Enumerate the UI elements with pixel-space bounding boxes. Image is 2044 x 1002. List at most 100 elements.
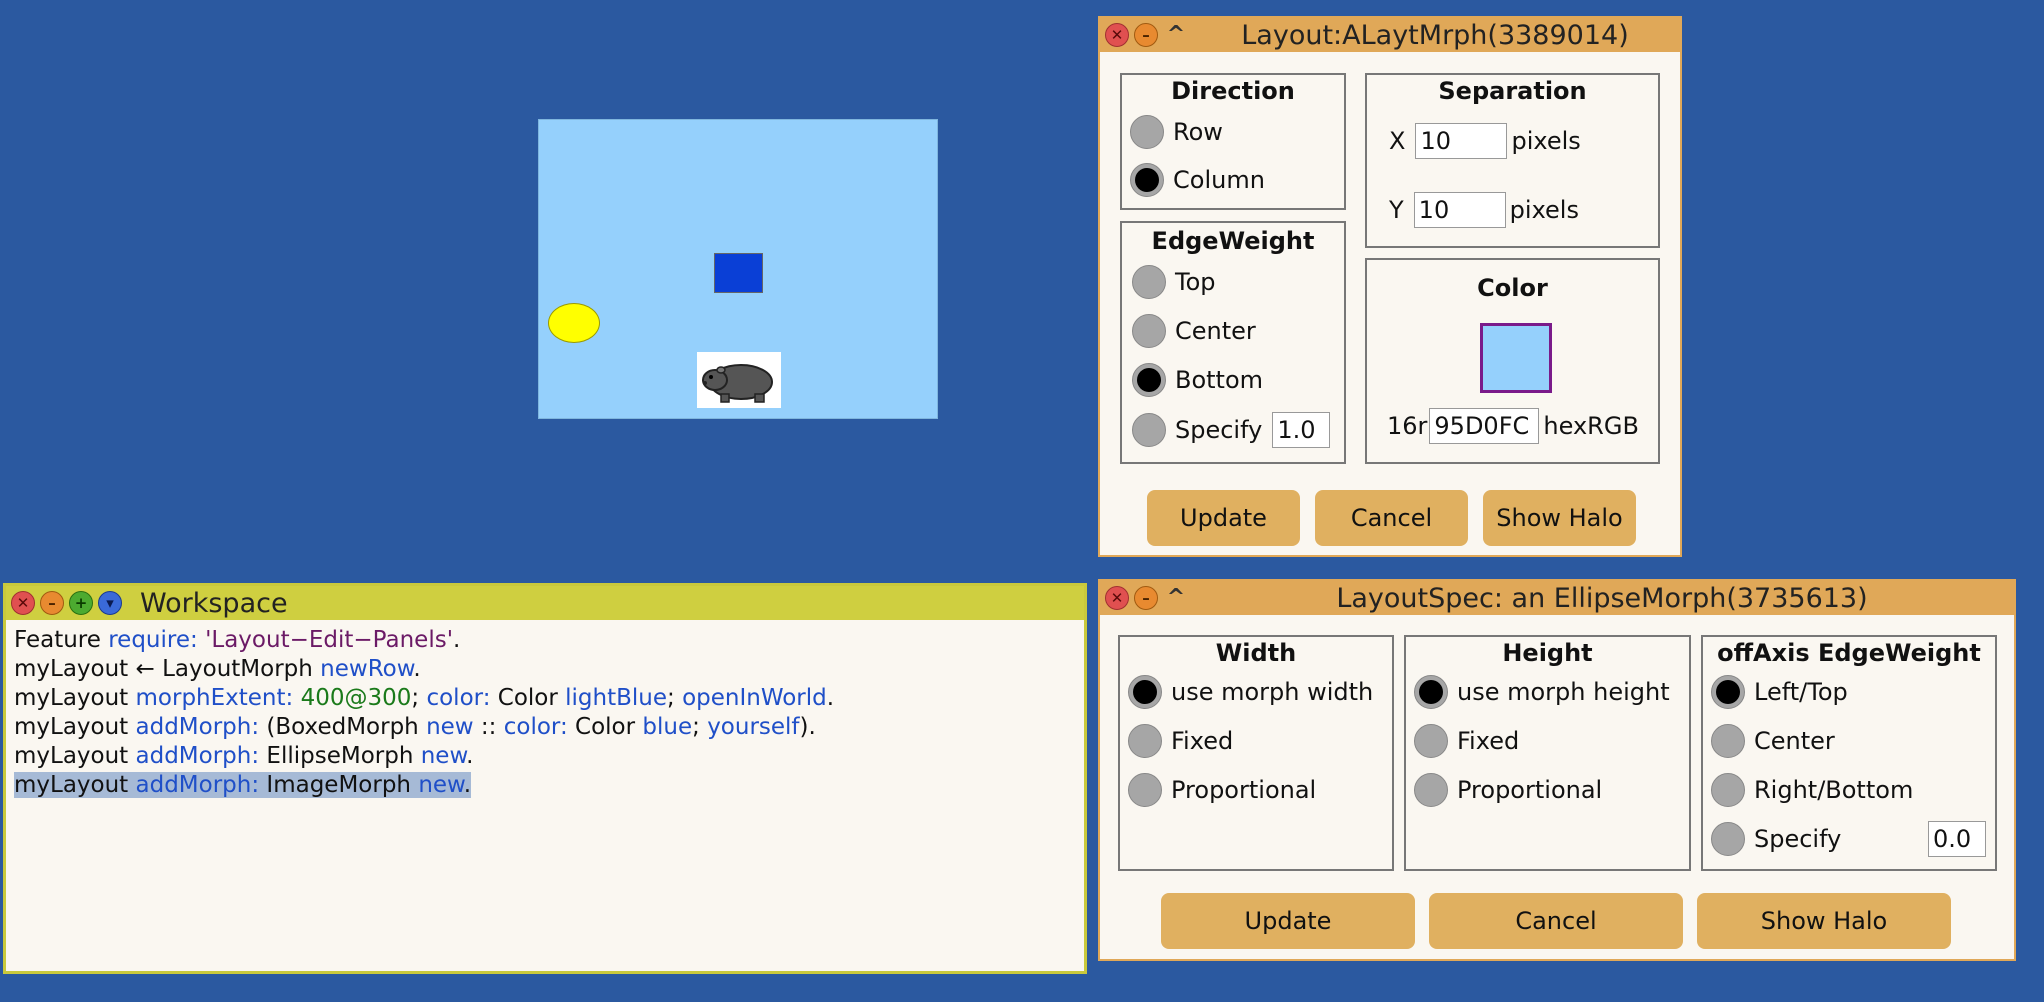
code-token: . — [463, 772, 472, 798]
edgeweight-group: EdgeWeight Top Center Bottom Specify 1.0 — [1120, 221, 1346, 464]
code-token: myLayout — [14, 714, 136, 740]
code-line[interactable]: Feature require: 'Layout−Edit−Panels'. — [14, 626, 834, 655]
separation-y-input[interactable]: 10 — [1413, 192, 1506, 228]
code-token: new — [418, 772, 464, 798]
code-token: color: — [426, 685, 498, 711]
collapse-icon[interactable]: ^ — [1162, 586, 1190, 610]
code-token: yourself — [707, 714, 800, 740]
code-token: :: — [473, 714, 504, 740]
radio-button-selected[interactable] — [1130, 163, 1164, 197]
height-group: Height use morph height Fixed Proportion… — [1404, 635, 1691, 871]
layout-morph[interactable] — [538, 119, 938, 419]
radio-top[interactable]: Top — [1132, 265, 1216, 299]
radio-button[interactable] — [1414, 773, 1448, 807]
color-swatch[interactable] — [1480, 323, 1552, 393]
height-title: Height — [1502, 639, 1593, 667]
offaxis-title: offAxis EdgeWeight — [1717, 639, 1981, 667]
hamster-icon — [702, 364, 773, 403]
radio-button-selected[interactable] — [1414, 675, 1448, 709]
image-morph[interactable] — [697, 352, 781, 408]
code-line[interactable]: myLayout ← LayoutMorph newRow. — [14, 655, 834, 684]
color-group: Color 16r 95D0FC hexRGB — [1365, 258, 1660, 464]
ellipse-morph[interactable] — [548, 303, 600, 343]
code-line[interactable]: myLayout addMorph: (BoxedMorph new :: co… — [14, 713, 834, 742]
radio-button-selected[interactable] — [1132, 363, 1166, 397]
radio-button-selected[interactable] — [1128, 675, 1162, 709]
code-token: myLayout — [14, 772, 136, 798]
collapse-icon[interactable]: ^ — [1162, 23, 1190, 47]
layoutspec-titlebar[interactable]: ✕ – ^ LayoutSpec: an EllipseMorph(373561… — [1100, 581, 2014, 615]
radio-button[interactable] — [1132, 413, 1166, 447]
radio-height-fixed[interactable]: Fixed — [1414, 724, 1519, 758]
update-button[interactable]: Update — [1161, 893, 1415, 949]
radio-bottom[interactable]: Bottom — [1132, 363, 1263, 397]
show-halo-button[interactable]: Show Halo — [1483, 490, 1636, 546]
radio-offaxis-specify[interactable]: Specify — [1711, 822, 1841, 856]
code-token: addMorph: — [135, 743, 267, 769]
update-button[interactable]: Update — [1147, 490, 1300, 546]
code-token: Color — [497, 685, 566, 711]
radio-center[interactable]: Center — [1132, 314, 1256, 348]
code-token: . — [466, 743, 474, 769]
radio-button[interactable] — [1711, 773, 1745, 807]
x-unit: pixels — [1511, 127, 1581, 155]
separation-title: Separation — [1438, 77, 1587, 105]
show-halo-button[interactable]: Show Halo — [1697, 893, 1951, 949]
code-token: addMorph: — [135, 772, 267, 798]
cancel-button[interactable]: Cancel — [1429, 893, 1683, 949]
code-line[interactable]: myLayout addMorph: EllipseMorph new. — [14, 742, 834, 771]
radio-button[interactable] — [1132, 314, 1166, 348]
radio-left-top[interactable]: Left/Top — [1711, 675, 1848, 709]
radio-width-fixed[interactable]: Fixed — [1128, 724, 1233, 758]
radio-right-bottom[interactable]: Right/Bottom — [1711, 773, 1913, 807]
close-icon[interactable]: ✕ — [1105, 23, 1129, 47]
code-line[interactable]: myLayout morphExtent: 400@300; color: Co… — [14, 684, 834, 713]
radio-offaxis-center[interactable]: Center — [1711, 724, 1835, 758]
code-line[interactable]: myLayout addMorph: ImageMorph new. — [14, 771, 834, 800]
radio-button[interactable] — [1128, 773, 1162, 807]
code-token: 400@300 — [300, 685, 412, 711]
radio-button[interactable] — [1711, 822, 1745, 856]
code-token: Feature — [14, 627, 109, 653]
radio-column[interactable]: Column — [1130, 163, 1265, 197]
code-token: ; — [411, 685, 427, 711]
hex-color-input[interactable]: 95D0FC — [1429, 408, 1540, 444]
radio-specify[interactable]: Specify 1.0 — [1132, 412, 1331, 448]
separation-x-input[interactable]: 10 — [1415, 123, 1508, 159]
code-token: color: — [503, 714, 576, 740]
code-token: newRow — [320, 656, 414, 682]
layout-panel-titlebar[interactable]: ✕ – ^ Layout:ALaytMrph(3389014) — [1100, 18, 1680, 52]
close-icon[interactable]: ✕ — [1105, 586, 1129, 610]
radio-button[interactable] — [1132, 265, 1166, 299]
radio-button[interactable] — [1711, 724, 1745, 758]
minimize-icon[interactable]: – — [40, 591, 64, 615]
direction-title: Direction — [1171, 77, 1295, 105]
hex-prefix: 16r — [1387, 412, 1428, 440]
radio-use-morph-width[interactable]: use morph width — [1128, 675, 1373, 709]
minimize-icon[interactable]: – — [1134, 23, 1158, 47]
boxed-morph[interactable] — [714, 253, 763, 293]
workspace-code-editor[interactable]: Feature require: 'Layout−Edit−Panels'. my… — [14, 626, 834, 800]
x-label: X — [1389, 127, 1406, 155]
radio-button[interactable] — [1414, 724, 1448, 758]
radio-row[interactable]: Row — [1130, 115, 1223, 149]
code-token: openInWorld — [682, 685, 827, 711]
workspace-titlebar[interactable]: ✕ – + ▾ Workspace — [6, 586, 1084, 620]
edgeweight-specify-input[interactable]: 1.0 — [1272, 412, 1331, 448]
code-token: . — [413, 656, 421, 682]
code-token: addMorph: — [135, 714, 267, 740]
expand-icon[interactable]: + — [69, 591, 93, 615]
code-token: new — [426, 714, 474, 740]
width-group: Width use morph width Fixed Proportional — [1118, 635, 1394, 871]
radio-use-morph-height[interactable]: use morph height — [1414, 675, 1670, 709]
radio-width-proportional[interactable]: Proportional — [1128, 773, 1316, 807]
offaxis-specify-input[interactable]: 0.0 — [1928, 821, 1986, 857]
radio-button[interactable] — [1130, 115, 1164, 149]
radio-height-proportional[interactable]: Proportional — [1414, 773, 1602, 807]
menu-icon[interactable]: ▾ — [98, 591, 122, 615]
radio-button-selected[interactable] — [1711, 675, 1745, 709]
cancel-button[interactable]: Cancel — [1315, 490, 1468, 546]
minimize-icon[interactable]: – — [1134, 586, 1158, 610]
radio-button[interactable] — [1128, 724, 1162, 758]
close-icon[interactable]: ✕ — [11, 591, 35, 615]
